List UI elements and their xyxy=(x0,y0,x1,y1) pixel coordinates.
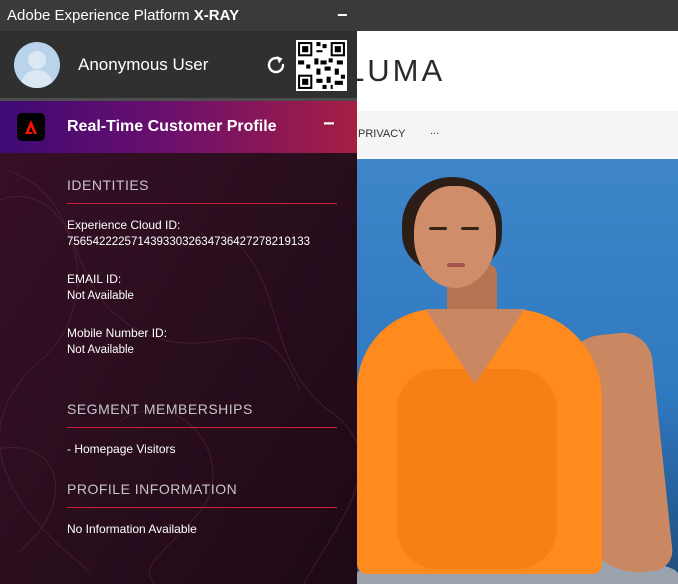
site-logo[interactable]: LUMA xyxy=(357,53,445,89)
segment-memberships-divider xyxy=(67,427,337,428)
user-avatar-icon xyxy=(14,42,60,88)
experience-cloud-id-label: Experience Cloud ID: xyxy=(67,218,181,232)
identities-divider xyxy=(67,203,337,204)
segment-item: - Homepage Visitors xyxy=(67,442,176,456)
nav-item-more[interactable]: ... xyxy=(430,125,439,137)
segment-memberships-heading: SEGMENT MEMBERSHIPS xyxy=(67,401,253,417)
user-name: Anonymous User xyxy=(78,55,209,74)
refresh-icon[interactable] xyxy=(264,53,288,77)
hero-image xyxy=(357,159,678,584)
minimize-panel-button[interactable]: − xyxy=(337,0,348,31)
identities-heading: IDENTITIES xyxy=(67,177,150,193)
window-title-bold: X-RAY xyxy=(193,7,240,24)
xray-panel: Anonymous User Real-Time Customer Profil… xyxy=(0,31,357,584)
mobile-id-label: Mobile Number ID: xyxy=(67,326,168,340)
profile-information-divider xyxy=(67,507,337,508)
qr-code-icon[interactable] xyxy=(296,40,347,91)
website-preview: LUMA PRIVACY ... xyxy=(357,31,678,584)
profile-information-heading: PROFILE INFORMATION xyxy=(67,481,238,497)
rtcp-section-header[interactable]: Real-Time Customer Profile − xyxy=(0,101,357,153)
profile-information-value: No Information Available xyxy=(67,522,197,536)
mobile-id-value: Not Available xyxy=(67,344,134,356)
nav-item-privacy[interactable]: PRIVACY xyxy=(358,128,405,140)
collapse-section-button[interactable]: − xyxy=(323,113,335,136)
email-id-label: EMAIL ID: xyxy=(67,272,122,286)
window-title: Adobe Experience Platform xyxy=(7,7,190,24)
email-id-value: Not Available xyxy=(67,290,134,302)
experience-cloud-id-value: 75654222257143933032634736427278219133 xyxy=(67,236,311,248)
user-bar: Anonymous User xyxy=(0,31,357,98)
xray-title-bar: Adobe Experience Platform X-RAY − xyxy=(0,0,678,31)
site-navigation: PRIVACY ... xyxy=(357,111,678,159)
section-title: Real-Time Customer Profile xyxy=(67,118,277,135)
adobe-logo-icon xyxy=(17,113,45,141)
